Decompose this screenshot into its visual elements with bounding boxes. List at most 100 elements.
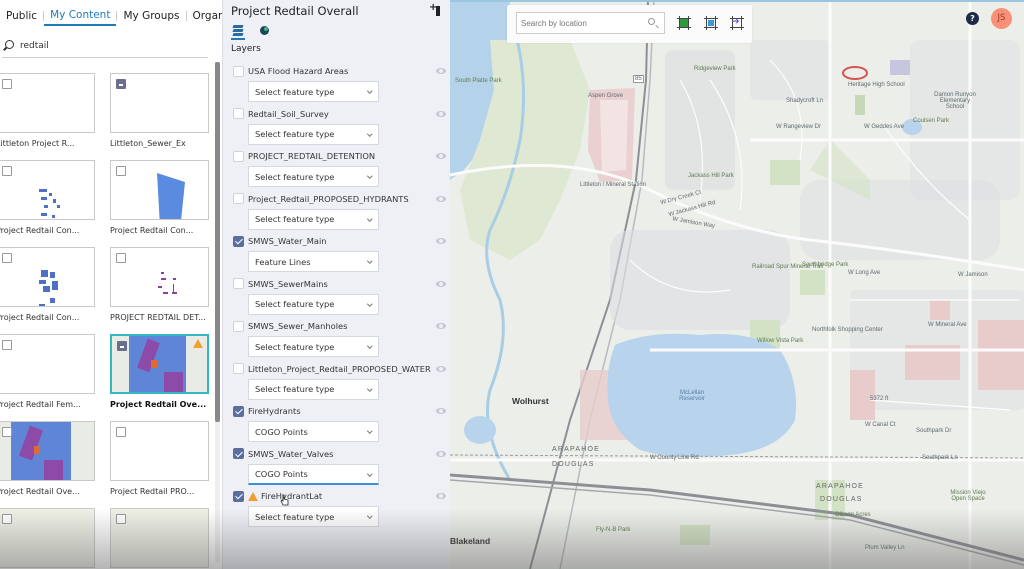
item-checkbox[interactable] [2, 166, 12, 176]
content-item[interactable]: Project Redtail PRO... [110, 421, 209, 496]
content-item[interactable]: Project Redtail Con... [0, 247, 95, 322]
item-checkbox[interactable] [2, 340, 12, 350]
select-area-icon [680, 19, 688, 27]
layer-checkbox[interactable] [233, 320, 244, 332]
map-view[interactable]: South Platte Park Aspen Grove Littleton … [450, 0, 1024, 569]
item-checkbox[interactable] [2, 79, 12, 89]
item-thumbnail[interactable] [110, 421, 209, 481]
feature-type-select[interactable]: COGO Points [248, 463, 379, 485]
visibility-eye-icon[interactable] [436, 195, 446, 202]
tab-basemap[interactable] [257, 24, 271, 38]
globe-icon [260, 26, 269, 35]
scrollbar-thumb[interactable] [215, 62, 220, 422]
feature-type-select[interactable]: Select feature type [248, 378, 379, 400]
layer-checkbox[interactable] [233, 490, 244, 502]
feature-type-select[interactable]: Select feature type [248, 506, 379, 527]
visibility-eye-icon[interactable] [436, 280, 446, 287]
layer-checkbox[interactable] [233, 150, 244, 162]
layer-checkbox[interactable] [233, 193, 244, 204]
tab-my-content[interactable]: My Content [44, 6, 117, 26]
tab-public[interactable]: Public [0, 7, 43, 25]
item-thumbnail[interactable] [0, 160, 95, 220]
import-extent-button[interactable]: ➔ [730, 16, 744, 30]
content-item[interactable] [0, 508, 95, 568]
visibility-eye-icon[interactable] [436, 110, 446, 117]
tab-my-groups[interactable]: My Groups [117, 7, 185, 25]
item-checkbox[interactable] [2, 253, 12, 263]
feature-type-select[interactable]: Select feature type [248, 81, 379, 102]
layer-checkbox[interactable] [233, 405, 244, 417]
item-thumbnail[interactable] [0, 508, 95, 568]
select-extent-button[interactable] [704, 16, 718, 30]
chevron-down-icon [366, 428, 372, 434]
map-label: W Mineral Ave [928, 322, 967, 328]
location-search-input[interactable] [516, 12, 642, 34]
item-thumbnail[interactable] [110, 73, 209, 133]
feature-type-value: Select feature type [255, 214, 335, 224]
layer-checkbox[interactable] [233, 278, 244, 289]
item-checkbox[interactable] [117, 341, 127, 351]
user-avatar[interactable]: JS [991, 8, 1012, 29]
dock-panel-icon[interactable] [429, 2, 440, 16]
map-label: 5372 ft [870, 396, 889, 402]
content-item[interactable]: Project Redtail Fem... [0, 334, 95, 409]
feature-type-select[interactable]: Select feature type [248, 293, 379, 315]
layer-checkbox[interactable] [233, 108, 244, 119]
item-thumbnail[interactable] [110, 160, 209, 220]
item-thumbnail[interactable] [110, 334, 209, 394]
feature-type-select[interactable]: Feature Lines [248, 251, 379, 272]
feature-type-select[interactable]: COGO Points [248, 421, 379, 442]
item-thumbnail[interactable] [0, 73, 95, 133]
help-button[interactable]: ? [966, 12, 979, 25]
item-checkbox[interactable] [116, 514, 126, 524]
location-search-button[interactable] [641, 12, 665, 34]
feature-type-value: Feature Lines [255, 256, 311, 267]
item-checkbox[interactable] [116, 79, 126, 89]
layer-name: SMWS_Water_Valves [248, 448, 334, 459]
visibility-eye-icon[interactable] [436, 238, 446, 244]
feature-type-select[interactable]: Select feature type [248, 166, 379, 187]
map-label: Southpark Ln [922, 455, 958, 461]
content-item[interactable]: Littleton Project R... [0, 73, 95, 148]
visibility-eye-icon[interactable] [436, 365, 446, 372]
visibility-eye-icon[interactable] [436, 323, 446, 329]
item-label: Littleton_Sewer_Ex [110, 139, 186, 148]
content-item[interactable] [110, 508, 209, 568]
content-item[interactable]: Littleton_Sewer_Ex [110, 73, 209, 148]
layer-checkbox[interactable] [233, 363, 244, 374]
map-label: W Rangeview Dr [776, 124, 822, 130]
item-checkbox[interactable] [2, 514, 12, 524]
item-thumbnail[interactable] [0, 334, 95, 394]
item-checkbox[interactable] [2, 427, 12, 437]
layer-checkbox[interactable] [233, 65, 244, 77]
select-area-button[interactable] [677, 16, 691, 30]
visibility-eye-icon[interactable] [436, 153, 446, 159]
feature-type-select[interactable]: Select feature type [248, 123, 379, 145]
content-item[interactable]: PROJECT REDTAIL DET... [110, 247, 209, 322]
content-item[interactable]: Project Redtail Con... [110, 160, 209, 235]
item-thumbnail[interactable] [0, 421, 95, 481]
feature-type-select[interactable]: Select feature type [248, 208, 379, 230]
visibility-eye-icon[interactable] [436, 68, 446, 74]
visibility-eye-icon[interactable] [436, 493, 446, 499]
layer-checkbox[interactable] [233, 448, 244, 459]
basemap[interactable] [450, 0, 1024, 569]
item-checkbox[interactable] [116, 427, 126, 437]
map-label: Coulsen Park [913, 118, 950, 124]
item-thumbnail[interactable] [110, 508, 209, 568]
visibility-eye-icon[interactable] [436, 450, 446, 457]
content-item[interactable]: Project Redtail Ove... [0, 421, 95, 496]
feature-type-select[interactable]: Select feature type [248, 336, 379, 357]
content-item[interactable]: Project Redtail Con... [0, 160, 95, 235]
item-thumbnail[interactable] [0, 247, 95, 307]
item-checkbox[interactable] [116, 253, 126, 263]
warning-icon [248, 491, 258, 501]
content-search-input[interactable] [20, 40, 200, 51]
content-item-selected[interactable]: Project Redtail Ove... [110, 334, 209, 409]
item-thumbnail[interactable] [110, 247, 209, 307]
item-checkbox[interactable] [116, 166, 126, 176]
tab-layers[interactable] [231, 24, 245, 40]
visibility-eye-icon[interactable] [436, 408, 446, 414]
layer-checkbox[interactable] [233, 235, 244, 247]
map-label: Fly-N-B Park [596, 527, 631, 533]
